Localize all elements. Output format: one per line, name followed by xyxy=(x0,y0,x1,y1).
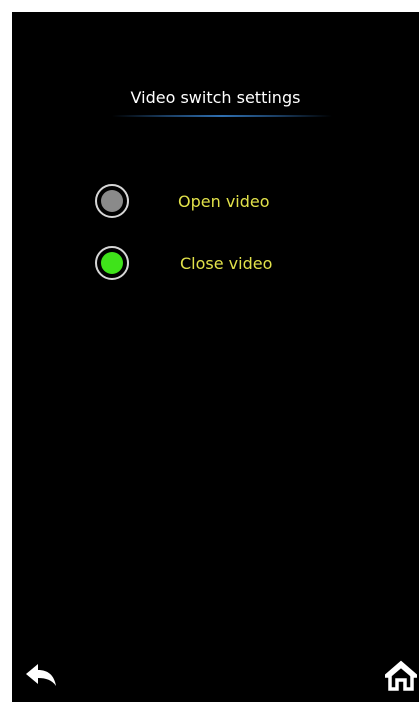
back-arrow-icon xyxy=(26,664,56,686)
radio-button-close-video[interactable] xyxy=(95,246,129,280)
radio-button-open-video[interactable] xyxy=(95,184,129,218)
option-label-open-video[interactable]: Open video xyxy=(178,192,270,211)
back-button[interactable] xyxy=(24,662,60,692)
option-open-video[interactable]: Open video xyxy=(12,184,419,218)
radio-dot xyxy=(101,252,123,274)
radio-dot xyxy=(101,190,123,212)
home-icon xyxy=(381,660,419,691)
option-close-video[interactable]: Close video xyxy=(12,246,419,280)
title-divider xyxy=(112,115,332,117)
home-button[interactable] xyxy=(381,660,419,692)
option-label-close-video[interactable]: Close video xyxy=(180,254,272,273)
screen: Video switch settings Open video Close v… xyxy=(12,12,419,702)
page-title: Video switch settings xyxy=(130,88,301,107)
